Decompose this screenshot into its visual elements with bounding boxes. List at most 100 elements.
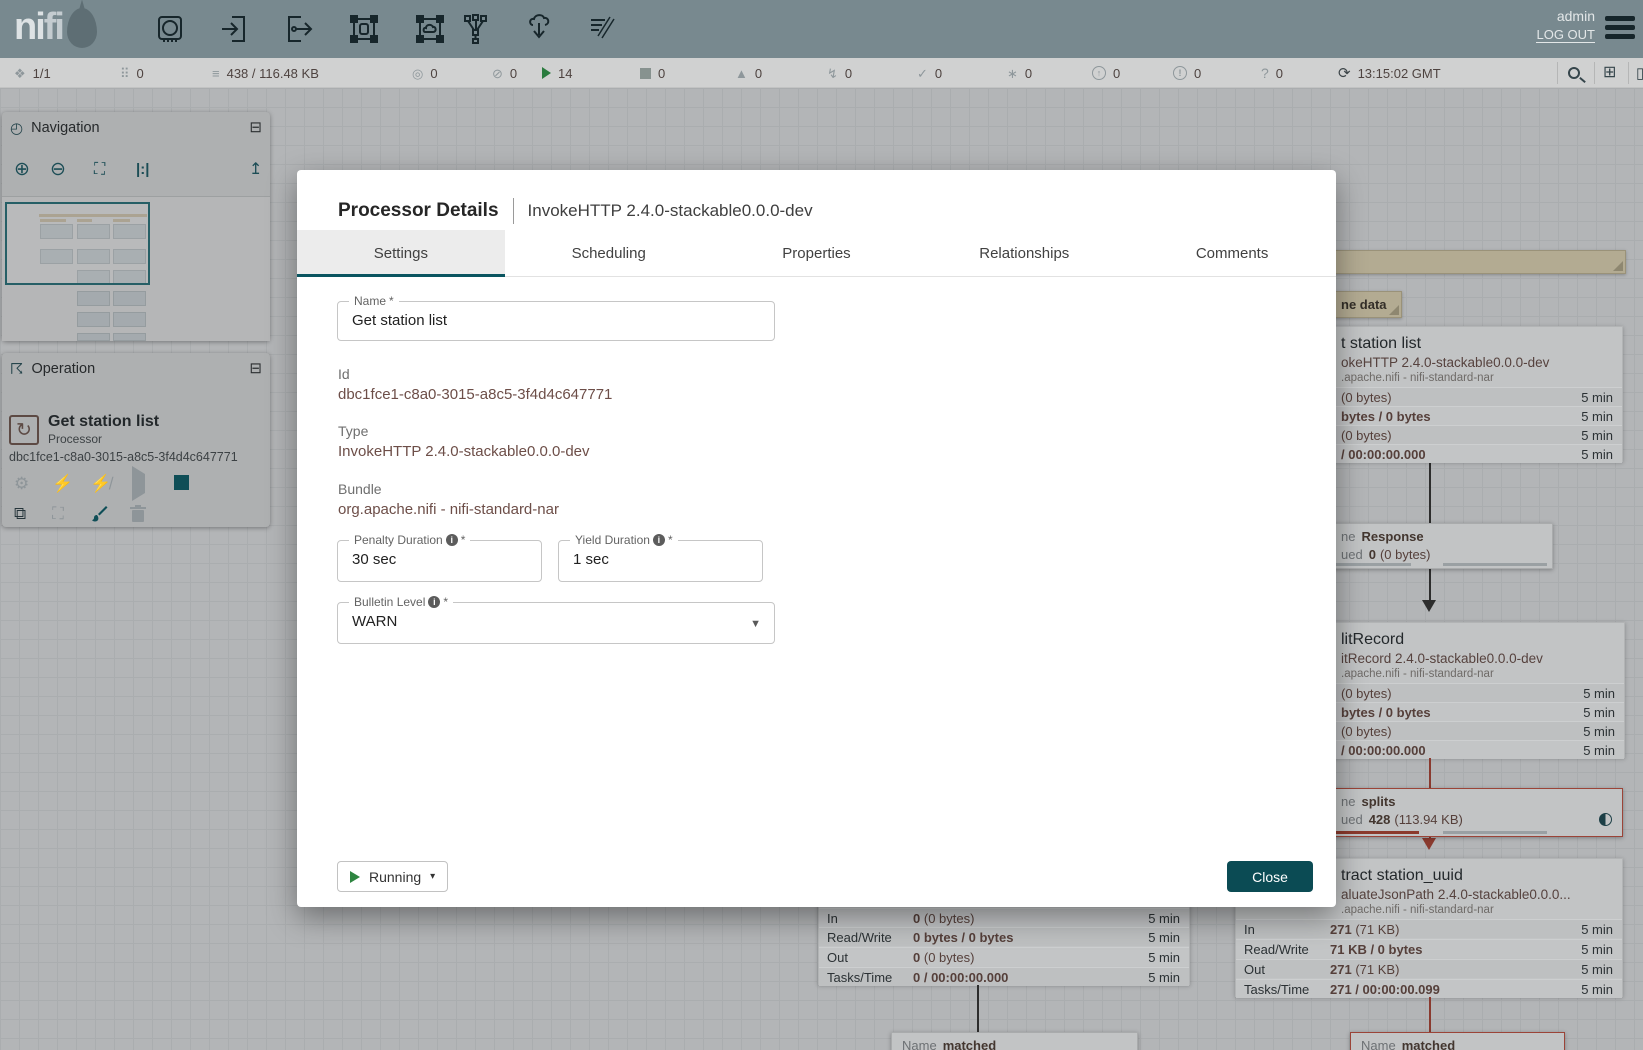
zoom-fit-icon[interactable]: ⛶ [94,156,103,184]
stop-icon[interactable] [174,475,189,493]
tab-relationships[interactable]: Relationships [920,230,1128,276]
canvas-label-data[interactable]: ne data [1330,291,1402,318]
navigation-panel: ◴ Navigation ⊟ ⊕ ⊖ ⛶ |:| ↥ [2,112,270,341]
stat-row-tasks: Tasks/Time 0 / 00:00:00.000 5 min [819,967,1189,986]
dialog-tabs: Settings Scheduling Properties Relations… [297,230,1336,277]
color-icon[interactable] [90,505,108,526]
connection-line[interactable] [1429,997,1431,1032]
birdseye-minimap[interactable] [2,196,270,341]
search-icon[interactable] [1568,67,1580,79]
divider [1557,62,1558,84]
disable-icon[interactable]: ⚡̸ [90,475,111,492]
logo-text: nifi [14,6,63,49]
copy-icon[interactable]: ⧉ [14,505,26,522]
queued-icon: ≡ [212,67,220,80]
locally-modified-stale-status: ! 0 [1173,58,1201,88]
add-funnel-icon[interactable] [458,11,494,47]
start-icon[interactable] [132,475,145,492]
processor-get-station-list[interactable]: t station list okeHTTP 2.4.0-stackable0.… [1330,326,1623,462]
add-process-group-icon[interactable] [346,11,382,47]
zoom-actual-icon[interactable]: |:| [136,156,149,184]
add-processor-icon[interactable] [152,11,188,47]
connection-matched-left[interactable]: Namematched [891,1032,1138,1050]
bundle-value: org.apache.nifi - nifi-standard-nar [338,501,559,518]
add-output-port-icon[interactable] [281,11,317,47]
tab-settings[interactable]: Settings [297,230,505,276]
penalty-duration-field[interactable]: Penalty Durationi* 30 sec [337,540,542,582]
running-icon [542,67,551,79]
run-status-button[interactable]: Running ▾ [337,861,448,892]
label-resize-handle[interactable] [1613,261,1623,271]
stat-row-tasks: Tasks/Time 271 / 00:00:00.099 5 min [1236,979,1622,998]
stopped-status: 0 [640,58,665,88]
partial-icon: ▯ [1636,66,1643,81]
up-to-date-icon: ✓ [917,67,928,80]
connection-queued-row: ued0(0 bytes) [1331,546,1552,564]
logout-link[interactable]: LOG OUT [1536,27,1595,43]
minimap-block [77,312,110,327]
status-bar: ❖ 1/1 ⠿ 0 ≡ 438 / 116.48 KB ◎ 0 ⊘ 0 14 0… [0,58,1643,88]
refresh-icon[interactable]: ⟳ [1338,66,1351,81]
add-input-port-icon[interactable] [216,11,252,47]
connection-line[interactable] [977,985,979,1032]
toolbox-icon[interactable]: ⊞ [1603,65,1616,81]
connection-name-row: Namematched [1351,1033,1564,1050]
minimap-viewport[interactable] [5,202,150,285]
last-refresh[interactable]: ⟳ 13:15:02 GMT [1338,58,1441,88]
name-field[interactable]: Name* Get station list [337,301,775,341]
chevron-down-icon[interactable]: ▼ [750,618,761,630]
add-template-icon[interactable] [521,11,557,47]
tab-comments[interactable]: Comments [1128,230,1336,276]
enable-icon[interactable]: ⚡ [52,475,73,492]
canvas-label-wide[interactable] [1330,250,1626,274]
connection-matched-right[interactable]: Namematched [1350,1032,1565,1050]
connection-splits[interactable]: nesplits ued428(113.94 KB) [1330,788,1623,837]
id-value: dbc1fce1-c8a0-3015-a8c5-3f4d4c647771 [338,386,612,403]
configure-icon[interactable]: ⚙ [14,475,29,492]
not-transmitting-icon: ⊘ [492,67,503,80]
toolbox-control[interactable]: ⊞ [1603,58,1616,88]
search-control[interactable] [1568,58,1580,88]
global-menu-icon[interactable] [1605,16,1635,39]
stat-row-in: In 0 (0 bytes) 5 min [819,908,1189,927]
group-icon[interactable]: ⛶ [52,505,64,522]
stale-icon: ↑ [1092,66,1106,80]
zoom-in-icon[interactable]: ⊕ [14,156,30,184]
threads-icon: ⠿ [120,67,130,80]
sync-failure-status: ? 0 [1261,58,1283,88]
running-status: 14 [542,58,572,88]
connection-arrowhead [1422,600,1436,612]
delete-icon[interactable] [130,505,146,526]
stat-row-tasks: / 00:00:00.000 5 min [1331,444,1622,463]
collapse-operation-icon[interactable]: ⊟ [249,361,262,376]
stat-row-in: (0 bytes) 5 min [1331,387,1622,406]
stat-row-readwrite: Read/Write 0 bytes / 0 bytes 5 min [819,927,1189,946]
name-value[interactable]: Get station list [338,302,774,329]
up-to-date-status: ✓ 0 [917,58,942,88]
label-resize-handle[interactable] [1389,305,1399,315]
tab-scheduling[interactable]: Scheduling [505,230,713,276]
processor-splitrecord[interactable]: litRecord itRecord 2.4.0-stackable0.0.0-… [1330,622,1625,758]
invalid-icon: ▲ [735,67,748,80]
edge-control[interactable]: ▯ [1636,58,1643,88]
bulletin-level-select[interactable]: Bulletin Leveli* WARN ▼ [337,602,775,644]
connection-response[interactable]: neResponse ued0(0 bytes) [1330,523,1553,569]
yield-duration-field[interactable]: Yield Durationi* 1 sec [558,540,763,582]
dialog-title: Processor Details [338,200,499,222]
info-icon: i [446,534,458,546]
nifi-drop-icon [67,8,97,48]
connection-queued-row: ued428(113.94 KB) [1331,811,1622,829]
connection-name-row: neResponse [1331,524,1552,546]
navigate-up-icon[interactable]: ↥ [249,156,262,184]
collapse-navigation-icon[interactable]: ⊟ [249,120,262,135]
stat-row-readwrite: Read/Write 71 KB / 0 bytes 5 min [1236,939,1622,958]
processor-type: itRecord 2.4.0-stackable0.0.0-dev [1341,651,1624,666]
tab-properties[interactable]: Properties [713,230,921,276]
close-button[interactable]: Close [1227,861,1313,892]
add-label-icon[interactable] [584,11,620,47]
locally-modified-status: ∗ 0 [1007,58,1032,88]
info-icon: i [653,534,665,546]
add-remote-process-group-icon[interactable] [412,11,448,47]
zoom-out-icon[interactable]: ⊖ [50,156,66,184]
stat-row-out: Out 271 (71 KB) 5 min [1236,959,1622,978]
